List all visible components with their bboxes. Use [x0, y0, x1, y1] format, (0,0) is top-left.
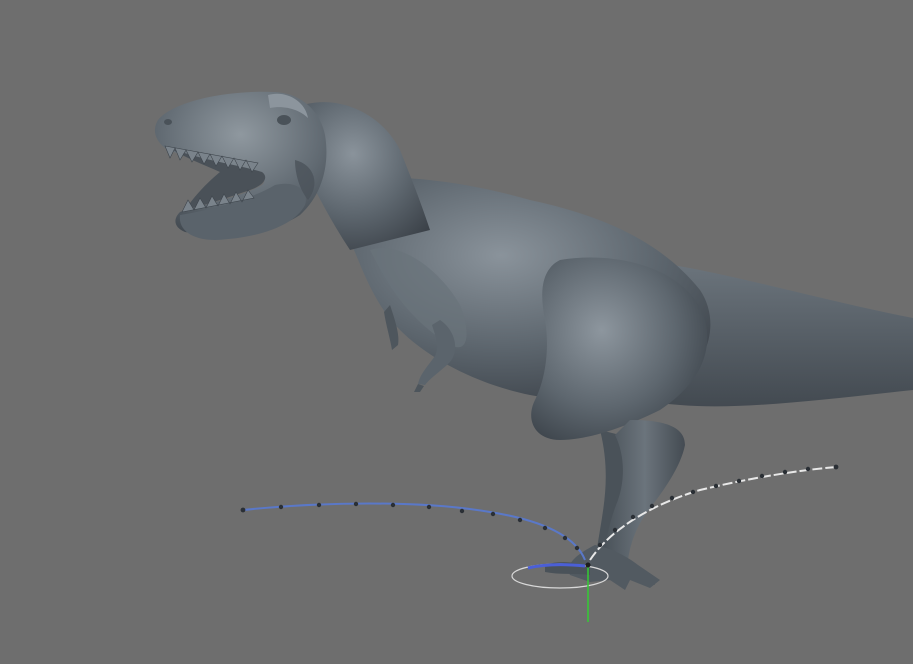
scene-canvas[interactable]	[0, 0, 913, 664]
near-foot[interactable]	[545, 545, 660, 590]
eye-icon	[277, 115, 291, 125]
head[interactable]	[154, 91, 327, 240]
3d-viewport[interactable]	[0, 0, 913, 664]
motion-path-keyframes-left[interactable]	[240, 501, 580, 551]
motion-path-left[interactable]	[240, 501, 586, 561]
nostril-icon	[164, 119, 172, 125]
gizmo-pivot-icon[interactable]	[585, 562, 591, 568]
